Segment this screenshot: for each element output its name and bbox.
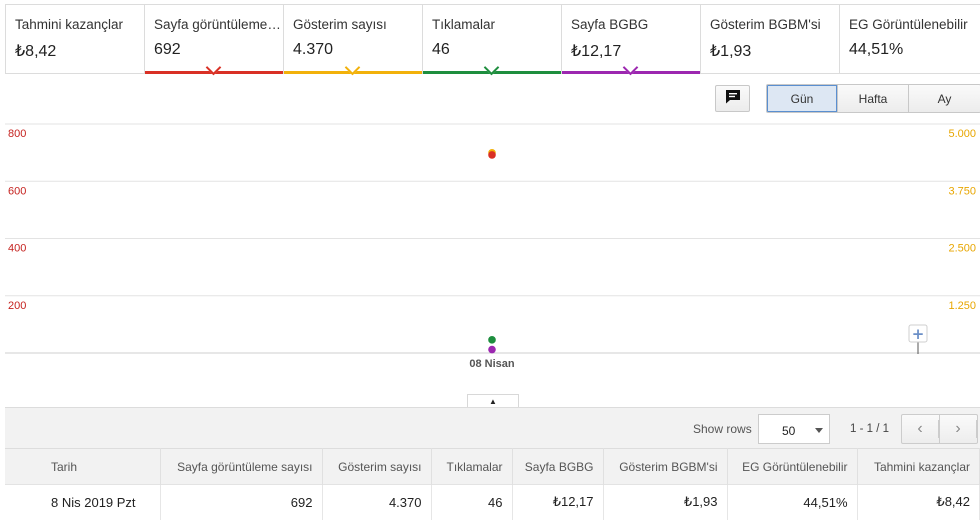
metric-value: 44,51% (849, 41, 904, 58)
table-cell: 4.370 (322, 484, 432, 520)
range-button-day[interactable]: Gün (767, 85, 838, 112)
table-cell: 692 (160, 484, 323, 520)
show-rows-label: Show rows (693, 422, 752, 436)
table-cell: ₺1,93 (603, 484, 728, 520)
next-page-button[interactable]: › (940, 415, 977, 443)
range-button-month[interactable]: Ay (909, 85, 980, 112)
data-point (488, 345, 496, 354)
metric-card-impression-rpm[interactable]: Gösterim BGBM'si ₺1,93 (701, 5, 840, 73)
metric-label: Gösterim BGBM'si (710, 17, 821, 32)
metric-card-active-view-viewable[interactable]: EG Görüntülenebilir 44,51% (840, 5, 980, 73)
chevron-right-icon: › (940, 420, 977, 438)
metric-label: Gösterim sayısı (293, 17, 387, 32)
report-table: Tarih Sayfa görüntüleme sayısı Gösterim … (5, 448, 980, 520)
data-point (488, 151, 496, 159)
previous-page-button[interactable]: ‹ (902, 415, 940, 443)
column-header[interactable]: Sayfa görüntüleme sayısı (160, 448, 323, 485)
metric-card-impressions[interactable]: Gösterim sayısı 4.370 (284, 5, 423, 76)
collapse-chart-toggle[interactable]: ▲ (467, 394, 519, 408)
date-granularity-selector: Gün Hafta Ay (766, 84, 980, 113)
left-axis-tick-label: 200 (8, 300, 26, 312)
chevron-down-icon (815, 428, 823, 433)
column-header[interactable]: Tarih (5, 448, 161, 485)
table-cell: 46 (431, 484, 513, 520)
table-row[interactable]: 8 Nis 2019 Pzt 692 4.370 46 ₺12,17 ₺1,93… (5, 484, 980, 520)
metric-card-page-views[interactable]: Sayfa görüntüleme sayısı 692 (145, 5, 284, 76)
column-header[interactable]: Tahmini kazançlar (857, 448, 980, 485)
table-header-row: Tarih Sayfa görüntüleme sayısı Gösterim … (5, 448, 980, 485)
metric-label: Sayfa BGBG (571, 17, 649, 32)
rows-per-page-select[interactable]: 50 (758, 414, 830, 444)
table-cell: 44,51% (727, 484, 858, 520)
metric-value: ₺12,17 (571, 43, 622, 60)
plus-glyph: + (912, 325, 925, 343)
chart-toolbar: Gün Hafta Ay (0, 84, 980, 114)
metric-value: ₺1,93 (710, 43, 752, 60)
table-cell: ₺12,17 (512, 484, 604, 520)
chevron-left-icon: ‹ (902, 420, 939, 438)
table-cell: ₺8,42 (857, 484, 980, 520)
data-point (488, 336, 496, 344)
report-table-panel: Show rows 50 1 - 1 / 1 ‹ › Tarih Sayfa g… (5, 407, 980, 520)
right-axis-tick-label: 3.750 (948, 185, 976, 197)
metric-card-estimated-earnings[interactable]: Tahmini kazançlar ₺8,42 (6, 5, 145, 73)
comment-icon (725, 89, 741, 109)
column-header[interactable]: Sayfa BGBG (512, 448, 604, 485)
column-header[interactable]: Gösterim BGBM'si (603, 448, 728, 485)
metric-value: 692 (154, 41, 181, 58)
annotation-button[interactable] (715, 85, 750, 112)
metric-value: 46 (432, 41, 450, 58)
metric-value: ₺8,42 (15, 43, 57, 60)
metric-label: Tahmini kazançlar (15, 17, 124, 32)
page-range-text: 1 - 1 / 1 (850, 423, 889, 435)
table-cell: 8 Nis 2019 Pzt (5, 484, 161, 520)
left-axis-tick-label: 600 (8, 185, 26, 197)
column-header[interactable]: EG Görüntülenebilir (727, 448, 858, 485)
right-axis-tick-label: 1.250 (948, 300, 976, 312)
pager-buttons: ‹ › (901, 414, 978, 444)
table-pagination: Show rows 50 1 - 1 / 1 ‹ › (680, 414, 980, 444)
metric-label: EG Görüntülenebilir (849, 17, 968, 32)
metric-value: 4.370 (293, 41, 334, 58)
rows-per-page-value: 50 (782, 424, 796, 438)
left-axis-tick-label: 400 (8, 243, 26, 255)
column-header[interactable]: Gösterim sayısı (322, 448, 432, 485)
metric-label: Sayfa görüntüleme sayısı (154, 17, 282, 32)
performance-chart: 800 600 400 200 5.000 3.750 2.500 1.250 08 Nisan… (0, 118, 980, 380)
metric-cards: Tahmini kazançlar ₺8,42 Sayfa görüntülem… (5, 4, 980, 76)
metric-card-page-rpm[interactable]: Sayfa BGBG ₺12,17 (562, 5, 701, 76)
right-axis-tick-label: 5.000 (948, 128, 976, 140)
x-axis-tick-label: 08 Nisan (469, 358, 515, 370)
metric-label: Tıklamalar (432, 17, 496, 32)
metric-card-clicks[interactable]: Tıklamalar 46 (423, 5, 562, 76)
right-axis-tick-label: 2.500 (948, 243, 976, 255)
chart-canvas: 800 600 400 200 5.000 3.750 2.500 1.250 08 Nisan… (5, 123, 980, 370)
column-header[interactable]: Tıklamalar (431, 448, 513, 485)
caret-up-icon: ▲ (489, 397, 497, 406)
range-button-week[interactable]: Hafta (838, 85, 909, 112)
left-axis-tick-label: 800 (8, 128, 26, 140)
